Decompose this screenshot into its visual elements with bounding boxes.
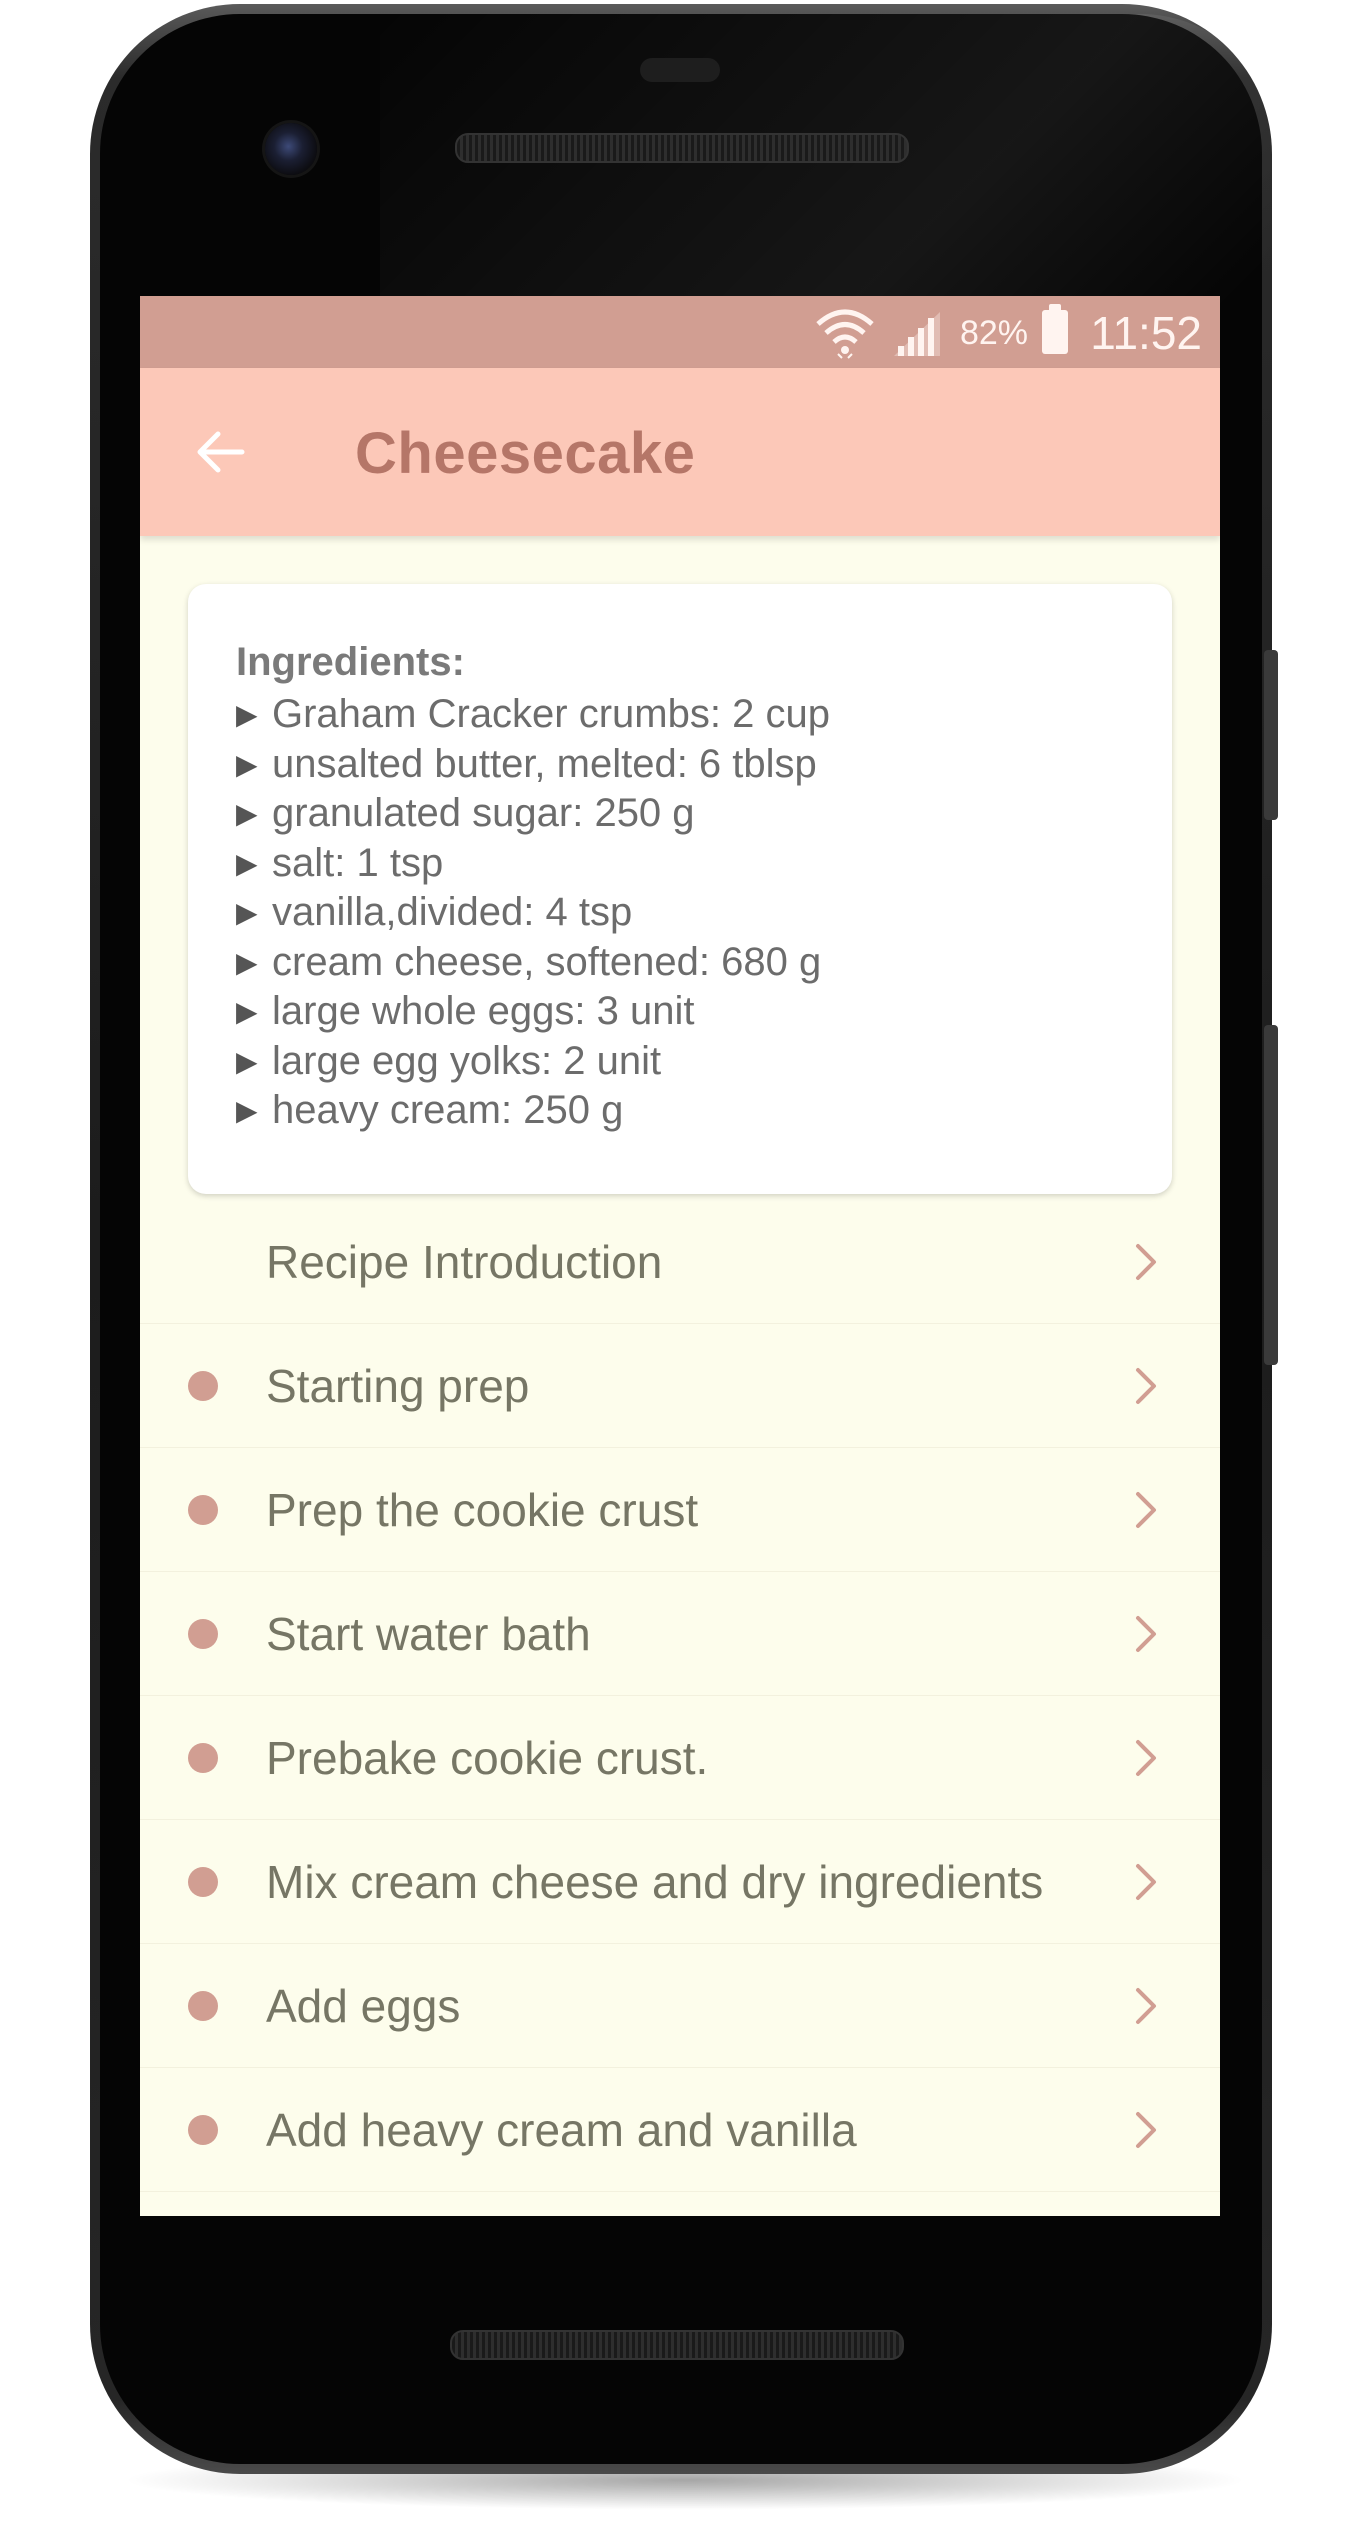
step-row[interactable]: Starting prep	[140, 1324, 1220, 1448]
step-label: Prep the cookie crust	[266, 1483, 699, 1536]
step-bullet-icon	[188, 1370, 218, 1401]
ingredient-item: ▶ heavy cream: 250 g	[236, 1086, 830, 1136]
triangle-bullet-icon: ▶	[236, 897, 258, 929]
triangle-bullet-icon: ▶	[236, 699, 258, 731]
step-row[interactable]: Add eggs	[140, 1944, 1220, 2068]
power-button	[1264, 650, 1278, 820]
step-bullet-icon	[188, 1742, 218, 1773]
ingredients-heading: Ingredients:	[236, 640, 465, 684]
chevron-right-icon	[1136, 1739, 1156, 1776]
app-bar: Cheesecake	[140, 368, 1220, 536]
triangle-bullet-icon: ▶	[236, 1095, 258, 1127]
step-row[interactable]: Start water bath	[140, 1572, 1220, 1696]
step-bullet-icon	[188, 1618, 218, 1649]
step-label: Add heavy cream and vanilla	[266, 2103, 857, 2156]
chevron-right-icon	[1136, 1863, 1156, 1900]
ingredient-item: ▶ large egg yolks: 2 unit	[236, 1037, 830, 1087]
chevron-right-icon	[1136, 1615, 1156, 1652]
triangle-bullet-icon: ▶	[236, 847, 258, 879]
front-camera	[265, 123, 317, 175]
ingredient-text: heavy cream: 250 g	[272, 1088, 624, 1133]
volume-button	[1264, 1025, 1278, 1365]
ingredients-list: ▶ Graham Cracker crumbs: 2 cup ▶ unsalted b…	[236, 690, 830, 1136]
ingredient-item: ▶ salt: 1 tsp	[236, 839, 830, 889]
earpiece-speaker	[455, 133, 909, 163]
ingredient-item: ▶ unsalted butter, melted: 6 tblsp	[236, 740, 830, 790]
triangle-bullet-icon: ▶	[236, 1045, 258, 1077]
step-bullet-icon	[188, 2114, 218, 2145]
triangle-bullet-icon: ▶	[236, 748, 258, 780]
step-row[interactable]: Add heavy cream and vanilla	[140, 2068, 1220, 2192]
battery-percentage: 82%	[959, 314, 1028, 352]
back-arrow-icon[interactable]	[188, 420, 252, 484]
step-bullet-icon	[188, 1866, 218, 1897]
battery-icon	[1042, 304, 1068, 354]
step-row[interactable]: Recipe Introduction	[140, 1200, 1220, 1324]
bottom-speaker	[450, 2330, 904, 2360]
chevron-right-icon	[1136, 1367, 1156, 1404]
screen: 82% 11:52 Cheesecake Ingredients: ▶ Graha…	[140, 296, 1220, 2216]
step-row[interactable]: Mix cream cheese and dry ingredients	[140, 1820, 1220, 1944]
step-label: Mix cream cheese and dry ingredients	[266, 1855, 1044, 1908]
ingredient-text: large whole eggs: 3 unit	[272, 989, 695, 1034]
ingredient-item: ▶ granulated sugar: 250 g	[236, 789, 830, 839]
page-title: Cheesecake	[355, 421, 696, 486]
triangle-bullet-icon: ▶	[236, 946, 258, 978]
triangle-bullet-icon: ▶	[236, 996, 258, 1028]
cell-signal-icon	[894, 312, 940, 356]
step-row[interactable]: Prep the cookie crust	[140, 1448, 1220, 1572]
ingredient-text: Graham Cracker crumbs: 2 cup	[272, 692, 830, 737]
top-sensor	[640, 58, 720, 82]
step-label: Prebake cookie crust.	[266, 1731, 709, 1784]
step-label: Recipe Introduction	[266, 1235, 663, 1288]
step-label: Starting prep	[266, 1359, 530, 1412]
step-bullet-icon	[188, 1990, 218, 2021]
ingredient-item: ▶ Graham Cracker crumbs: 2 cup	[236, 690, 830, 740]
clock: 11:52	[1090, 307, 1202, 359]
ingredient-text: large egg yolks: 2 unit	[272, 1038, 662, 1083]
ingredient-item: ▶ large whole eggs: 3 unit	[236, 987, 830, 1037]
ingredient-text: salt: 1 tsp	[272, 840, 444, 885]
ingredient-text: vanilla,divided: 4 tsp	[272, 890, 633, 935]
wifi-icon	[816, 309, 874, 359]
recipe-steps-list: Recipe Introduction Starting prep Prep the…	[140, 1200, 1220, 2192]
chevron-right-icon	[1136, 1491, 1156, 1528]
chevron-right-icon	[1136, 1243, 1156, 1280]
triangle-bullet-icon: ▶	[236, 798, 258, 830]
chevron-right-icon	[1136, 2111, 1156, 2148]
ingredient-item: ▶ vanilla,divided: 4 tsp	[236, 888, 830, 938]
step-label: Start water bath	[266, 1607, 591, 1660]
ingredients-card: Ingredients: ▶ Graham Cracker crumbs: 2 c…	[188, 584, 1172, 1194]
step-row[interactable]: Prebake cookie crust.	[140, 1696, 1220, 1820]
step-label: Add eggs	[266, 1979, 461, 2032]
ingredient-text: granulated sugar: 250 g	[272, 791, 695, 836]
ingredient-text: unsalted butter, melted: 6 tblsp	[272, 741, 817, 786]
step-bullet-icon	[188, 1494, 218, 1525]
chevron-right-icon	[1136, 1987, 1156, 2024]
ingredient-text: cream cheese, softened: 680 g	[272, 939, 822, 984]
ingredient-item: ▶ cream cheese, softened: 680 g	[236, 938, 830, 988]
status-bar: 82% 11:52	[140, 296, 1220, 368]
